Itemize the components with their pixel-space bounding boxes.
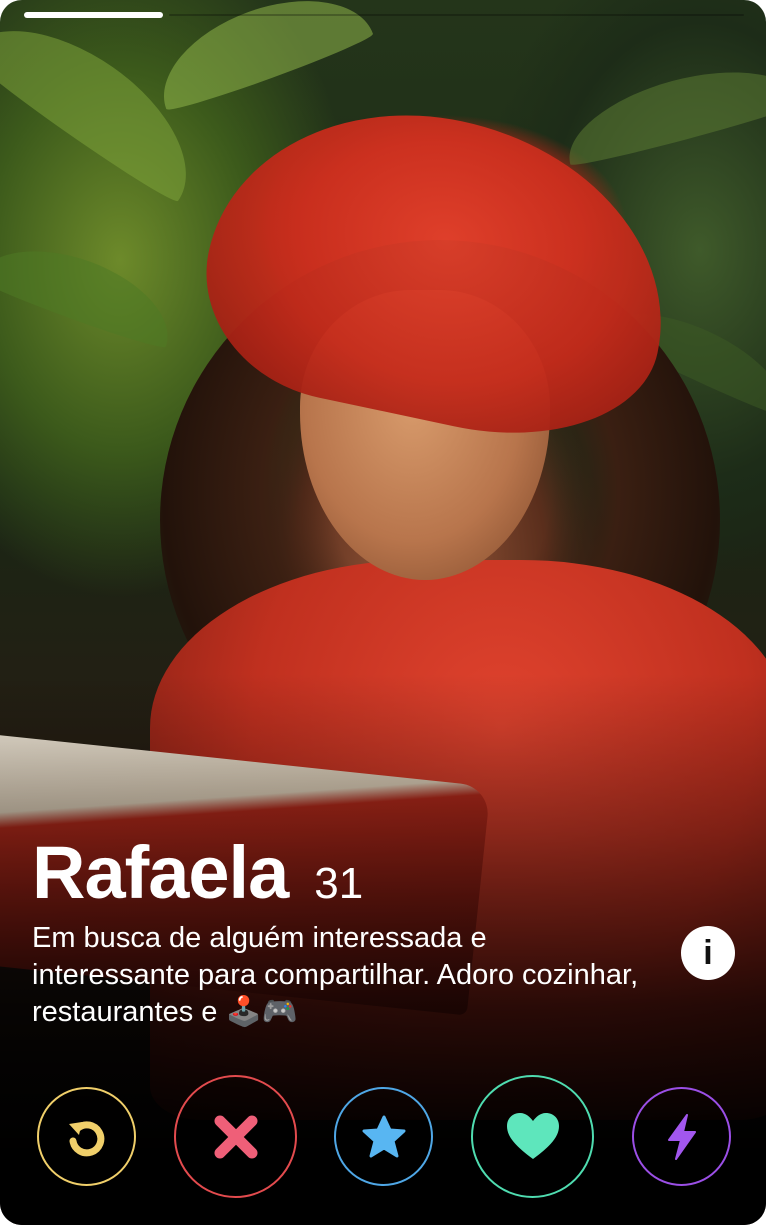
photo-progress-rest [169, 14, 744, 16]
nope-button[interactable] [174, 1075, 297, 1198]
rewind-button[interactable] [37, 1087, 136, 1186]
like-button[interactable] [471, 1075, 594, 1198]
close-icon [214, 1115, 257, 1158]
photo-progress-bar [24, 12, 744, 18]
star-icon [362, 1115, 405, 1157]
profile-name: Rafaela [32, 831, 289, 914]
info-button[interactable]: i [681, 926, 735, 980]
profile-card[interactable]: Rafaela 31 Em busca de alguém interessad… [0, 0, 766, 1225]
lightning-icon [667, 1113, 696, 1160]
profile-bio: Em busca de alguém interessada e interes… [32, 922, 639, 1028]
boost-button[interactable] [632, 1087, 731, 1186]
heart-icon [506, 1112, 559, 1159]
profile-info: Rafaela 31 Em busca de alguém interessad… [32, 828, 652, 1031]
super-like-button[interactable] [334, 1087, 433, 1186]
photo-progress-active [24, 12, 163, 18]
rewind-icon [68, 1120, 104, 1156]
profile-age: 31 [314, 859, 364, 908]
info-icon: i [703, 933, 713, 972]
